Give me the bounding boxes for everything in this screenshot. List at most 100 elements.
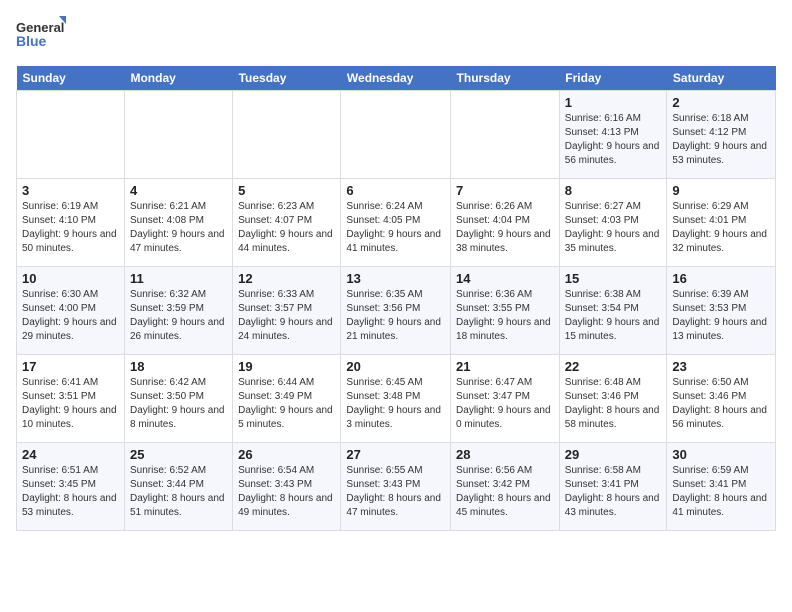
- day-number: 25: [130, 447, 227, 462]
- day-info: Sunrise: 6:42 AM Sunset: 3:50 PM Dayligh…: [130, 376, 227, 432]
- calendar-cell: 23Sunrise: 6:50 AM Sunset: 3:46 PM Dayli…: [667, 355, 776, 443]
- day-info: Sunrise: 6:26 AM Sunset: 4:04 PM Dayligh…: [456, 200, 554, 256]
- day-number: 12: [238, 271, 335, 286]
- calendar-cell: 21 Sunrise: 6:47 AM Sunset: 3:47 PM Dayli…: [451, 355, 560, 443]
- day-info: Sunrise: 6:51 AM Sunset: 3:45 PM Dayligh…: [22, 464, 119, 520]
- calendar-cell: 25 Sunrise: 6:52 AM Sunset: 3:44 PM Dayli…: [124, 443, 232, 531]
- calendar-cell: [17, 91, 125, 179]
- calendar-cell: 2 Sunrise: 6:18 AM Sunset: 4:12 PM Daylig…: [667, 91, 776, 179]
- day-info: Sunrise: 6:29 AM Sunset: 4:01 PM Dayligh…: [672, 200, 770, 256]
- header-wednesday: Wednesday: [341, 66, 451, 91]
- calendar-cell: 4 Sunrise: 6:21 AM Sunset: 4:08 PM Daylig…: [124, 179, 232, 267]
- header-thursday: Thursday: [451, 66, 560, 91]
- calendar-cell: 30 Sunrise: 6:59 AM Sunset: 3:41 PM Dayli…: [667, 443, 776, 531]
- calendar-cell: [341, 91, 451, 179]
- calendar-cell: 29 Sunrise: 6:58 AM Sunset: 3:41 PM Dayli…: [559, 443, 667, 531]
- week-row-5: 24 Sunrise: 6:51 AM Sunset: 3:45 PM Dayli…: [17, 443, 776, 531]
- header-friday: Friday: [559, 66, 667, 91]
- calendar-cell: [124, 91, 232, 179]
- day-number: 2: [672, 95, 770, 110]
- day-info: Sunrise: 6:36 AM Sunset: 3:55 PM Dayligh…: [456, 288, 554, 344]
- logo: General Blue: [16, 16, 66, 58]
- day-info: Sunrise: 6:44 AM Sunset: 3:49 PM Dayligh…: [238, 376, 335, 432]
- day-info: Sunrise: 6:59 AM Sunset: 3:41 PM Dayligh…: [672, 464, 770, 520]
- logo-svg: General Blue: [16, 16, 66, 58]
- calendar-cell: 16 Sunrise: 6:39 AM Sunset: 3:53 PM Dayli…: [667, 267, 776, 355]
- calendar-cell: 8Sunrise: 6:27 AM Sunset: 4:03 PM Daylig…: [559, 179, 667, 267]
- day-number: 14: [456, 271, 554, 286]
- day-number: 28: [456, 447, 554, 462]
- week-row-1: 1Sunrise: 6:16 AM Sunset: 4:13 PM Daylig…: [17, 91, 776, 179]
- calendar-cell: 14 Sunrise: 6:36 AM Sunset: 3:55 PM Dayli…: [451, 267, 560, 355]
- calendar-cell: 15 Sunrise: 6:38 AM Sunset: 3:54 PM Dayli…: [559, 267, 667, 355]
- day-info: Sunrise: 6:54 AM Sunset: 3:43 PM Dayligh…: [238, 464, 335, 520]
- day-info: Sunrise: 6:56 AM Sunset: 3:42 PM Dayligh…: [456, 464, 554, 520]
- day-info: Sunrise: 6:45 AM Sunset: 3:48 PM Dayligh…: [346, 376, 445, 432]
- calendar-header-row: SundayMondayTuesdayWednesdayThursdayFrid…: [17, 66, 776, 91]
- calendar-cell: 6Sunrise: 6:24 AM Sunset: 4:05 PM Daylig…: [341, 179, 451, 267]
- calendar-cell: [451, 91, 560, 179]
- day-info: Sunrise: 6:52 AM Sunset: 3:44 PM Dayligh…: [130, 464, 227, 520]
- day-info: Sunrise: 6:18 AM Sunset: 4:12 PM Dayligh…: [672, 112, 770, 168]
- day-number: 20: [346, 359, 445, 374]
- calendar-cell: [233, 91, 341, 179]
- calendar-cell: 9 Sunrise: 6:29 AM Sunset: 4:01 PM Daylig…: [667, 179, 776, 267]
- day-number: 9: [672, 183, 770, 198]
- day-number: 29: [565, 447, 662, 462]
- calendar-cell: 13 Sunrise: 6:35 AM Sunset: 3:56 PM Dayli…: [341, 267, 451, 355]
- day-info: Sunrise: 6:19 AM Sunset: 4:10 PM Dayligh…: [22, 200, 119, 256]
- calendar-cell: 28 Sunrise: 6:56 AM Sunset: 3:42 PM Dayli…: [451, 443, 560, 531]
- day-number: 4: [130, 183, 227, 198]
- day-number: 17: [22, 359, 119, 374]
- day-number: 23: [672, 359, 770, 374]
- day-info: Sunrise: 6:24 AM Sunset: 4:05 PM Dayligh…: [346, 200, 445, 256]
- calendar-cell: 1Sunrise: 6:16 AM Sunset: 4:13 PM Daylig…: [559, 91, 667, 179]
- day-number: 30: [672, 447, 770, 462]
- day-info: Sunrise: 6:23 AM Sunset: 4:07 PM Dayligh…: [238, 200, 335, 256]
- day-number: 5: [238, 183, 335, 198]
- calendar-cell: 3 Sunrise: 6:19 AM Sunset: 4:10 PM Daylig…: [17, 179, 125, 267]
- day-number: 13: [346, 271, 445, 286]
- calendar-cell: 11 Sunrise: 6:32 AM Sunset: 3:59 PM Dayli…: [124, 267, 232, 355]
- day-number: 3: [22, 183, 119, 198]
- day-number: 19: [238, 359, 335, 374]
- day-info: Sunrise: 6:58 AM Sunset: 3:41 PM Dayligh…: [565, 464, 662, 520]
- day-number: 11: [130, 271, 227, 286]
- calendar-cell: 5 Sunrise: 6:23 AM Sunset: 4:07 PM Daylig…: [233, 179, 341, 267]
- day-number: 21: [456, 359, 554, 374]
- calendar-cell: 18 Sunrise: 6:42 AM Sunset: 3:50 PM Dayli…: [124, 355, 232, 443]
- day-info: Sunrise: 6:21 AM Sunset: 4:08 PM Dayligh…: [130, 200, 227, 256]
- day-info: Sunrise: 6:32 AM Sunset: 3:59 PM Dayligh…: [130, 288, 227, 344]
- day-number: 26: [238, 447, 335, 462]
- day-info: Sunrise: 6:41 AM Sunset: 3:51 PM Dayligh…: [22, 376, 119, 432]
- calendar-cell: 20 Sunrise: 6:45 AM Sunset: 3:48 PM Dayli…: [341, 355, 451, 443]
- day-number: 15: [565, 271, 662, 286]
- calendar-cell: 7 Sunrise: 6:26 AM Sunset: 4:04 PM Daylig…: [451, 179, 560, 267]
- calendar-cell: 17 Sunrise: 6:41 AM Sunset: 3:51 PM Dayli…: [17, 355, 125, 443]
- day-info: Sunrise: 6:35 AM Sunset: 3:56 PM Dayligh…: [346, 288, 445, 344]
- calendar-table: SundayMondayTuesdayWednesdayThursdayFrid…: [16, 66, 776, 531]
- day-number: 24: [22, 447, 119, 462]
- day-info: Sunrise: 6:16 AM Sunset: 4:13 PM Dayligh…: [565, 112, 662, 168]
- day-number: 7: [456, 183, 554, 198]
- day-info: Sunrise: 6:48 AM Sunset: 3:46 PM Dayligh…: [565, 376, 662, 432]
- day-info: Sunrise: 6:47 AM Sunset: 3:47 PM Dayligh…: [456, 376, 554, 432]
- page-header: General Blue: [16, 16, 776, 58]
- calendar-cell: 22Sunrise: 6:48 AM Sunset: 3:46 PM Dayli…: [559, 355, 667, 443]
- calendar-cell: 19 Sunrise: 6:44 AM Sunset: 3:49 PM Dayli…: [233, 355, 341, 443]
- day-info: Sunrise: 6:55 AM Sunset: 3:43 PM Dayligh…: [346, 464, 445, 520]
- header-saturday: Saturday: [667, 66, 776, 91]
- header-sunday: Sunday: [17, 66, 125, 91]
- day-number: 18: [130, 359, 227, 374]
- day-number: 16: [672, 271, 770, 286]
- day-number: 8: [565, 183, 662, 198]
- calendar-cell: 12Sunrise: 6:33 AM Sunset: 3:57 PM Dayli…: [233, 267, 341, 355]
- calendar-cell: 24 Sunrise: 6:51 AM Sunset: 3:45 PM Dayli…: [17, 443, 125, 531]
- week-row-3: 10Sunrise: 6:30 AM Sunset: 4:00 PM Dayli…: [17, 267, 776, 355]
- week-row-2: 3 Sunrise: 6:19 AM Sunset: 4:10 PM Daylig…: [17, 179, 776, 267]
- header-monday: Monday: [124, 66, 232, 91]
- week-row-4: 17 Sunrise: 6:41 AM Sunset: 3:51 PM Dayli…: [17, 355, 776, 443]
- day-info: Sunrise: 6:39 AM Sunset: 3:53 PM Dayligh…: [672, 288, 770, 344]
- day-info: Sunrise: 6:38 AM Sunset: 3:54 PM Dayligh…: [565, 288, 662, 344]
- day-info: Sunrise: 6:30 AM Sunset: 4:00 PM Dayligh…: [22, 288, 119, 344]
